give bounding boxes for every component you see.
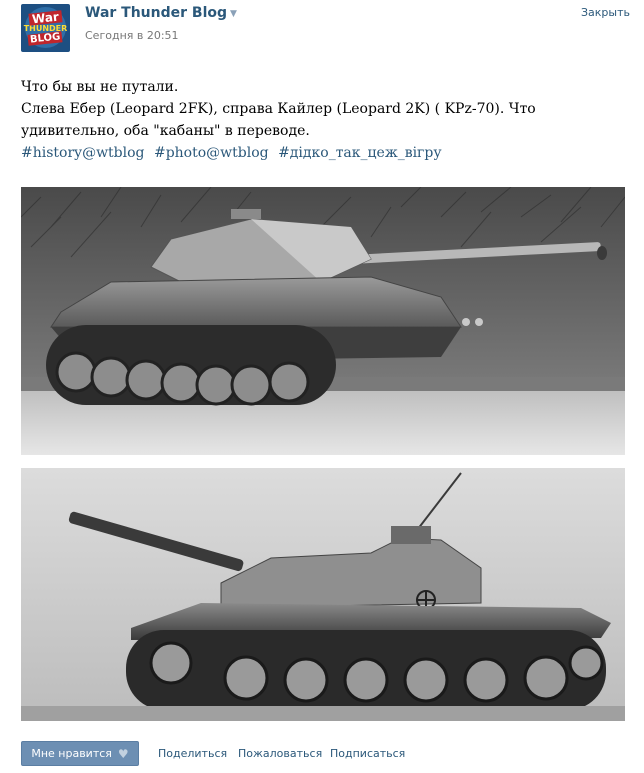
heart-icon: ♥	[117, 746, 129, 761]
like-button[interactable]: Мне нравится ♥	[21, 741, 139, 766]
war-thunder-logo: War THUNDER BLOG	[21, 4, 70, 52]
close-button[interactable]: Закрыть	[581, 6, 630, 19]
report-link[interactable]: Пожаловаться	[238, 747, 322, 760]
hashtag-history[interactable]: #history@wtblog	[21, 145, 145, 161]
share-link[interactable]: Поделиться	[158, 747, 227, 760]
chevron-down-icon[interactable]: ▼	[230, 9, 237, 19]
hashtags: #history@wtblog #photo@wtblog #дідко_так…	[21, 142, 621, 164]
author-name-text[interactable]: War Thunder Blog	[85, 5, 227, 21]
post-time[interactable]: Сегодня в 20:51	[85, 29, 179, 42]
hashtag-didko[interactable]: #дідко_так_цеж_вігру	[278, 145, 442, 161]
photo-keiler-tank[interactable]	[21, 468, 625, 721]
logo-text-war: War	[28, 10, 63, 26]
post-text-line-3: удивительно, оба "кабаны" в переводе.	[21, 123, 310, 139]
hashtag-photo[interactable]: #photo@wtblog	[154, 145, 269, 161]
avatar[interactable]: War THUNDER BLOG	[21, 4, 70, 52]
like-button-label: Мне нравится	[31, 747, 112, 760]
logo-text-blog: BLOG	[27, 31, 64, 46]
post-text-line-2: Слева Ебер (Leopard 2FK), справа Кайлер …	[21, 101, 536, 117]
author-name[interactable]: War Thunder Blog ▼	[85, 5, 237, 21]
post-header: War THUNDER BLOG War Thunder Blog ▼ Сегод…	[0, 0, 644, 60]
post-actions: Мне нравится ♥ Поделиться Пожаловаться По…	[21, 741, 625, 767]
post-text-line-1: Что бы вы не путали.	[21, 79, 179, 95]
photo-ebers-tank[interactable]	[21, 187, 625, 455]
post-text: Что бы вы не путали. Слева Ебер (Leopard…	[21, 76, 621, 164]
subscribe-link[interactable]: Подписаться	[330, 747, 405, 760]
